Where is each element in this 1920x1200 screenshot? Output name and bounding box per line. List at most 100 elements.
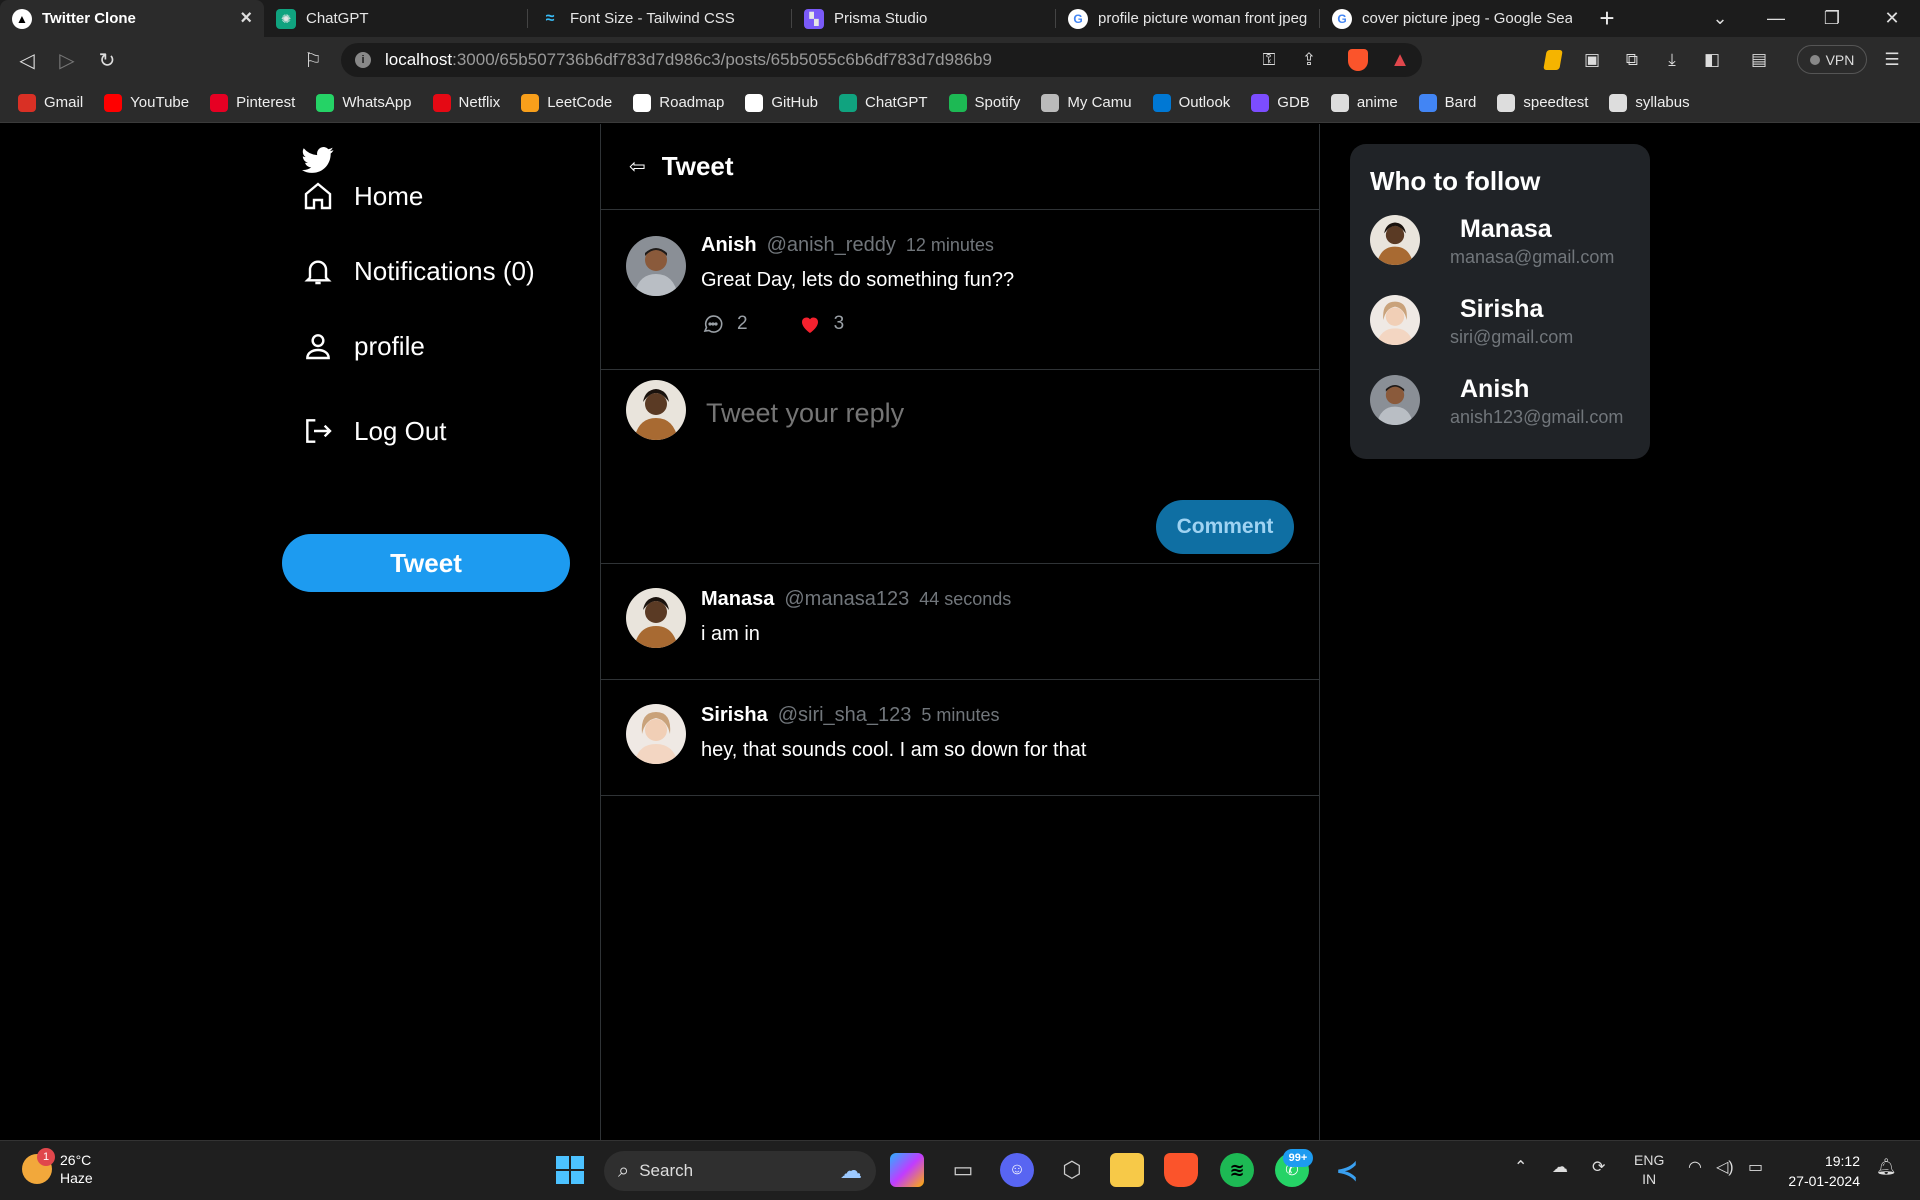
close-icon[interactable]: × [240,7,252,30]
spotify-icon [948,93,967,112]
minimize-button[interactable]: — [1748,0,1804,37]
bookmark-pinterest[interactable]: Pinterest [210,93,295,112]
bookmark-github[interactable]: GitHub [745,93,818,112]
forward-button[interactable]: ▷ [52,46,82,74]
weather-badge: 1 [37,1148,55,1166]
vpn-button[interactable]: VPN [1797,45,1867,74]
avatar[interactable] [626,588,686,648]
reload-button[interactable]: ↻ [92,46,122,74]
tab-google-profile[interactable]: G profile picture woman front jpeg [1056,0,1320,37]
bookmark-gdb[interactable]: GDB [1251,93,1310,112]
tab-tailwind[interactable]: ≈ Font Size - Tailwind CSS [528,0,792,37]
extension-keep-icon[interactable] [1541,48,1565,72]
avatar[interactable] [626,704,686,764]
author-name[interactable]: Anish [701,234,757,257]
media-icon[interactable]: ▣ [1580,48,1604,72]
author-name[interactable]: Sirisha [701,704,768,727]
twitter-bird-icon[interactable] [302,144,334,176]
tweet-button[interactable]: Tweet [282,534,570,592]
onedrive-icon[interactable]: ☁ [1552,1157,1568,1177]
new-tab-button[interactable]: + [1584,0,1630,37]
bookmark-my-camu[interactable]: My Camu [1041,93,1132,112]
avatar[interactable] [1370,215,1420,265]
bookmark-chatgpt[interactable]: ChatGPT [839,93,928,112]
sidebar-toggle-icon[interactable]: ◧ [1700,48,1724,72]
close-window-button[interactable]: ✕ [1864,0,1920,37]
brave-shields-icon[interactable] [1346,48,1370,72]
sidebar-item-notifications[interactable]: Notifications (0) [302,255,535,287]
tweet-header: Anish @anish_reddy 12 minutes [701,234,1295,257]
brave-browser-icon[interactable] [1164,1153,1198,1187]
sidebar-item-home[interactable]: Home [302,180,423,212]
bookmark-spotify[interactable]: Spotify [948,93,1020,112]
chatgpt-icon [839,93,858,112]
language-indicator[interactable]: ENG IN [1634,1151,1664,1189]
avatar [626,380,686,440]
bookmark-anime[interactable]: anime [1330,93,1398,112]
bookmark-gmail[interactable]: Gmail [18,93,83,112]
sidebar-item-label: profile [354,330,425,361]
comment-action[interactable]: 2 [701,312,748,336]
tab-chatgpt[interactable]: ✺ ChatGPT [264,0,528,37]
spotify-icon[interactable]: ≋ [1220,1153,1254,1187]
weather-widget[interactable]: 1 26°C Haze [22,1148,93,1187]
chevron-up-icon[interactable]: ⌃ [1514,1157,1527,1177]
url-path: :3000/65b507736b6df783d7d986c3/posts/65b… [452,50,992,69]
whatsapp-badge: 99+ [1283,1149,1313,1167]
follow-suggestion[interactable]: Manasa manasa@gmail.com [1370,215,1630,295]
brave-rewards-icon[interactable]: ▲ [1388,48,1412,72]
task-view-icon[interactable]: ▭ [946,1153,980,1187]
copilot-icon[interactable] [890,1153,924,1187]
tab-twitter-clone[interactable]: ▲ Twitter Clone × [0,0,264,37]
avatar[interactable] [626,236,686,296]
tab-google-cover[interactable]: G cover picture jpeg - Google Sear [1320,0,1584,37]
logout-icon [306,419,332,443]
key-icon[interactable]: ⚿ [1257,48,1281,72]
comment-button[interactable]: Comment [1156,500,1294,554]
unity-icon[interactable]: ⬡ [1055,1153,1089,1187]
bookmark-page-icon[interactable]: ⚐ [298,46,328,74]
bookmark-whatsapp[interactable]: WhatsApp [316,93,412,112]
follow-suggestion[interactable]: Sirisha siri@gmail.com [1370,295,1630,375]
author-name[interactable]: Manasa [701,588,774,611]
file-explorer-icon[interactable] [1110,1153,1144,1187]
like-action[interactable]: 3 [798,312,844,336]
avatar[interactable] [1370,295,1420,345]
bookmark-leetcode[interactable]: LeetCode [521,93,612,112]
avatar[interactable] [1370,375,1420,425]
sidebar-item-logout[interactable]: Log Out [302,415,447,447]
bookmark-roadmap[interactable]: Roadmap [633,93,724,112]
restore-button[interactable]: ❐ [1804,0,1860,37]
battery-icon[interactable]: ▭ [1748,1157,1763,1177]
bookmark-speedtest[interactable]: speedtest [1497,93,1588,112]
reply-input[interactable] [706,398,1266,429]
youtube-icon [104,93,123,112]
site-info-icon[interactable]: i [355,52,371,68]
back-arrow-icon[interactable]: ⇦ [629,154,646,179]
extensions-puzzle-icon[interactable]: ⧉ [1620,48,1644,72]
bookmark-youtube[interactable]: YouTube [104,93,189,112]
tab-search-chevron-icon[interactable]: ⌄ [1692,0,1748,37]
notification-bell-icon[interactable]: 🔔︎ [1876,1157,1896,1177]
wallet-icon[interactable]: ▤ [1747,48,1771,72]
sync-icon[interactable]: ⟳ [1592,1157,1605,1177]
wifi-icon[interactable]: ◠ [1688,1157,1702,1177]
tab-prisma[interactable]: ▚ Prisma Studio [792,0,1056,37]
download-icon[interactable]: ⤓ [1660,48,1684,72]
vscode-icon[interactable]: ≺ [1330,1153,1364,1187]
bookmark-netflix[interactable]: Netflix [432,93,500,112]
follow-suggestion[interactable]: Anish anish123@gmail.com [1370,375,1630,455]
sidebar-item-profile[interactable]: profile [302,330,425,362]
taskbar-search[interactable]: ⌕ Search ☁ [604,1151,876,1191]
bookmark-syllabus[interactable]: syllabus [1609,93,1690,112]
bookmark-bard[interactable]: Bard [1418,93,1476,112]
clock[interactable]: 19:12 27-01-2024 [1784,1151,1860,1191]
bookmark-outlook[interactable]: Outlook [1152,93,1230,112]
share-icon[interactable]: ⇪ [1297,48,1321,72]
windows-start-icon[interactable] [553,1153,587,1187]
discord-icon[interactable]: ☺ [1000,1153,1034,1187]
volume-icon[interactable]: ◁) [1716,1157,1734,1177]
back-button[interactable]: ◁ [12,46,42,74]
menu-icon[interactable]: ☰ [1880,48,1904,72]
windows-taskbar: 1 26°C Haze ⌕ Search ☁ ▭ ☺ ⬡ ≋ ✆ 99+ ≺ ⌃… [0,1140,1920,1200]
